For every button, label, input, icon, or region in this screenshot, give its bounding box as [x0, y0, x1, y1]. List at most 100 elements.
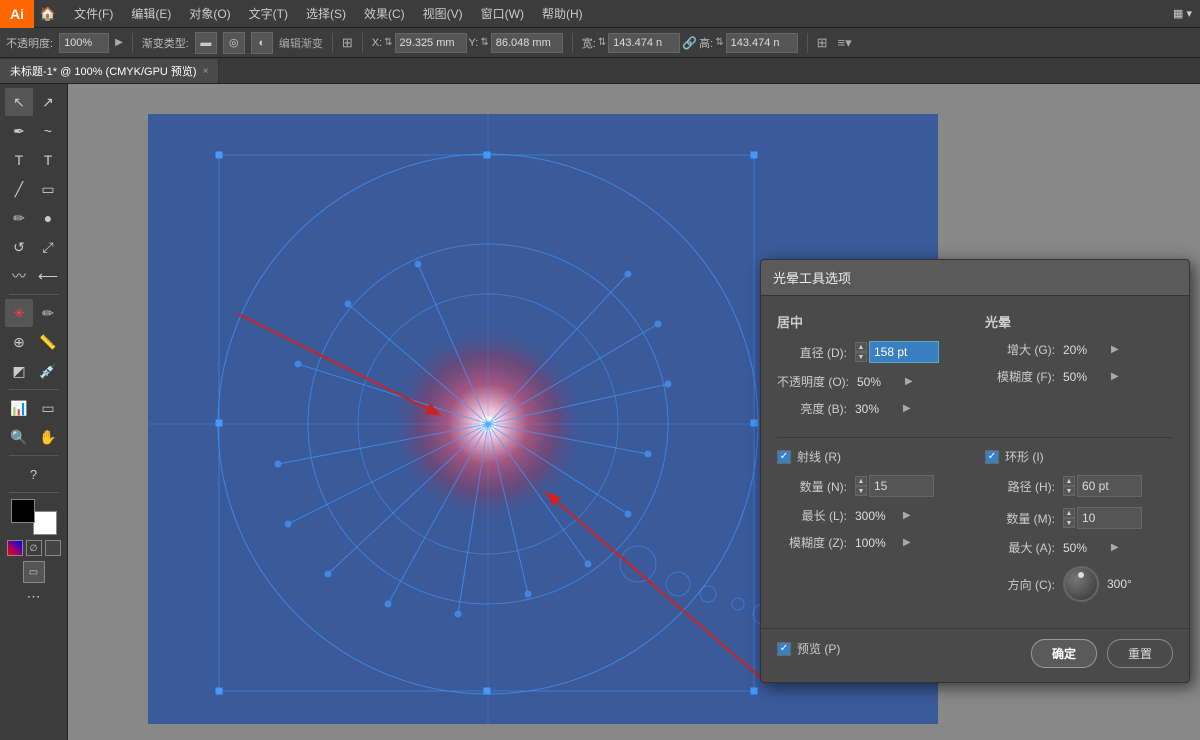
menu-effect[interactable]: 效果(C): [356, 1, 413, 26]
fill-color[interactable]: [33, 511, 57, 535]
opacity-label: 不透明度 (O):: [777, 373, 849, 390]
color-mode-swatch[interactable]: [45, 540, 61, 556]
tool-scale[interactable]: ⤢: [34, 233, 62, 261]
tool-type[interactable]: T: [5, 146, 33, 174]
transform-icon[interactable]: ⊞: [817, 35, 828, 51]
tool-rotate[interactable]: ↺: [5, 233, 33, 261]
tool-shape-builder[interactable]: ⊕: [5, 328, 33, 356]
toolbar-opacity-input[interactable]: [59, 33, 109, 53]
rings-path-input[interactable]: [1077, 475, 1142, 497]
canvas-tab[interactable]: 未标题-1* @ 100% (CMYK/GPU 预览) ×: [0, 59, 219, 83]
stroke-color[interactable]: [11, 499, 35, 523]
x-input[interactable]: [395, 33, 467, 53]
home-icon-btn[interactable]: 🏠: [34, 0, 62, 28]
reset-button[interactable]: 重置: [1107, 639, 1173, 668]
rings-max-arrow[interactable]: ▶: [1111, 542, 1119, 553]
menu-window[interactable]: 窗口(W): [473, 1, 532, 26]
menu-text[interactable]: 文字(T): [241, 1, 296, 26]
panel-icon[interactable]: ▦ ▾: [1173, 7, 1192, 20]
halo-grow-arrow[interactable]: ▶: [1111, 344, 1119, 355]
tool-rect[interactable]: ▭: [34, 175, 62, 203]
toolbar-edit-label[interactable]: 编辑渐变: [279, 35, 323, 51]
tool-touch[interactable]: T: [34, 146, 62, 174]
tool-zoom[interactable]: 🔍: [5, 423, 33, 451]
tab-close-btn[interactable]: ×: [203, 66, 209, 77]
y-input[interactable]: [491, 33, 563, 53]
gradient-type-radial[interactable]: ◎: [223, 32, 245, 54]
w-spin-icon: ⇅: [598, 37, 606, 48]
diameter-spin-down[interactable]: ▼: [855, 352, 867, 362]
rays-checkbox[interactable]: [777, 450, 791, 464]
rings-max-label: 最大 (A):: [985, 539, 1055, 556]
tool-flare[interactable]: ✳: [5, 299, 33, 327]
x-spin-icon: ⇅: [384, 37, 392, 48]
tool-question[interactable]: ?: [11, 460, 57, 488]
y-spin-icon: ⇅: [480, 37, 488, 48]
preview-checkbox[interactable]: [777, 642, 791, 656]
color-mode-none[interactable]: ∅: [26, 540, 42, 556]
tool-measure[interactable]: 📏: [34, 328, 62, 356]
tool-row-6: ↺ ⤢: [5, 233, 62, 261]
rays-count-input[interactable]: [869, 475, 934, 497]
rings-path-down[interactable]: ▼: [1063, 486, 1075, 496]
halo-fuzz-arrow[interactable]: ▶: [1111, 371, 1119, 382]
h-input[interactable]: [726, 33, 798, 53]
rays-length-arrow[interactable]: ▶: [903, 510, 911, 521]
tab-bar: 未标题-1* @ 100% (CMYK/GPU 预览) ×: [0, 58, 1200, 84]
tool-curvature[interactable]: ~: [34, 117, 62, 145]
tool-gradient[interactable]: ◩: [5, 357, 33, 385]
menu-file[interactable]: 文件(F): [66, 1, 121, 26]
menu-items: 文件(F) 编辑(E) 对象(O) 文字(T) 选择(S) 效果(C) 视图(V…: [62, 1, 595, 26]
menu-select[interactable]: 选择(S): [298, 1, 354, 26]
more-tools[interactable]: ⋯: [27, 588, 41, 605]
rings-max-value: 50%: [1063, 541, 1103, 555]
tool-width[interactable]: ⟵: [34, 262, 62, 290]
color-mode-gradient[interactable]: [7, 540, 23, 556]
direction-knob[interactable]: [1063, 566, 1099, 602]
link-icon[interactable]: 🔗: [682, 36, 697, 50]
grid-icon: ⊞: [342, 35, 353, 51]
rings-count-input[interactable]: [1077, 507, 1142, 529]
toolbar-opacity-arrow[interactable]: ▶: [115, 37, 123, 48]
tool-warp[interactable]: 〰: [5, 262, 33, 290]
arrange-icon[interactable]: ≡▾: [837, 35, 851, 51]
opacity-arrow[interactable]: ▶: [905, 376, 913, 387]
rings-count-up[interactable]: ▲: [1063, 508, 1075, 518]
tool-pen[interactable]: ✒: [5, 117, 33, 145]
dialog-bottom-two-col: 射线 (R) 数量 (N): ▲ ▼: [777, 448, 1173, 612]
brightness-row: 亮度 (B): 30% ▶: [777, 400, 965, 417]
tool-paintbrush[interactable]: ✏: [5, 204, 33, 232]
rays-count-row: 数量 (N): ▲ ▼: [777, 475, 965, 497]
tool-eyedropper[interactable]: 💉: [34, 357, 62, 385]
diameter-spin-arrows: ▲ ▼: [855, 342, 867, 362]
diameter-input[interactable]: [869, 341, 939, 363]
menu-object[interactable]: 对象(O): [181, 1, 238, 26]
menu-edit[interactable]: 编辑(E): [123, 1, 179, 26]
tool-line[interactable]: ╱: [5, 175, 33, 203]
view-mode[interactable]: ▭: [23, 561, 45, 583]
tool-hand[interactable]: ✋: [34, 423, 62, 451]
rings-checkbox-row: 环形 (I): [985, 448, 1173, 465]
diameter-spin-up[interactable]: ▲: [855, 342, 867, 352]
tool-graph[interactable]: 📊: [5, 394, 33, 422]
rings-path-up[interactable]: ▲: [1063, 476, 1075, 486]
rings-count-down[interactable]: ▼: [1063, 518, 1075, 528]
brightness-arrow[interactable]: ▶: [903, 403, 911, 414]
w-input[interactable]: [608, 33, 680, 53]
gradient-type-angle[interactable]: ◐: [251, 32, 273, 54]
ok-button[interactable]: 确定: [1031, 639, 1097, 668]
rings-checkbox[interactable]: [985, 450, 999, 464]
tool-direct-select[interactable]: ↗: [34, 88, 62, 116]
rays-count-up[interactable]: ▲: [855, 476, 867, 486]
rays-count-down[interactable]: ▼: [855, 486, 867, 496]
menu-view[interactable]: 视图(V): [415, 1, 471, 26]
rays-fuzz-arrow[interactable]: ▶: [903, 537, 911, 548]
tool-blob[interactable]: ●: [34, 204, 62, 232]
gradient-type-linear[interactable]: ▬: [195, 32, 217, 54]
tool-artboard[interactable]: ▭: [34, 394, 62, 422]
tool-pencil[interactable]: ✏: [34, 299, 62, 327]
canvas-area: 光晕工具选项 居中 直径 (D): ▲ ▼: [68, 84, 1200, 740]
dialog-rings-col: 环形 (I) 路径 (H): ▲ ▼: [985, 448, 1173, 612]
tool-select[interactable]: ↖: [5, 88, 33, 116]
menu-help[interactable]: 帮助(H): [534, 1, 591, 26]
